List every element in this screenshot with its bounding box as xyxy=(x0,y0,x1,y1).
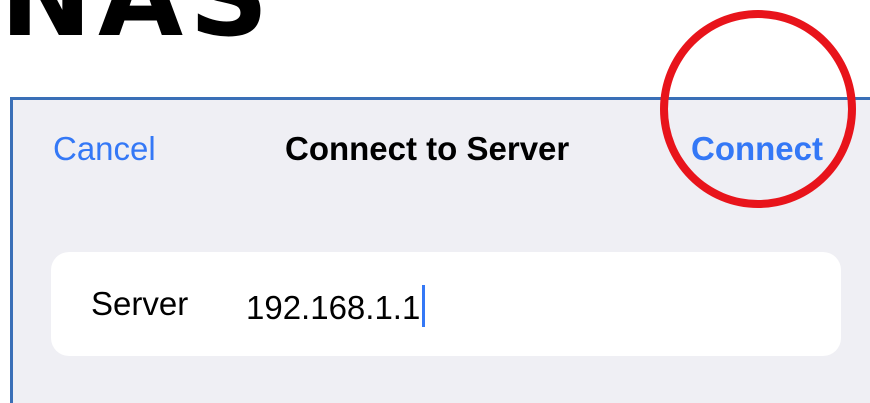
server-input-value: 192.168.1.1 xyxy=(246,289,421,326)
connect-button[interactable]: Connect xyxy=(691,130,823,168)
text-caret xyxy=(422,285,426,327)
server-input[interactable]: 192.168.1.1 xyxy=(246,285,426,327)
screenshot-stage: NAS Cancel Connect to Server Connect Ser… xyxy=(0,0,870,403)
server-field-row[interactable]: Server 192.168.1.1 xyxy=(51,252,841,356)
page-title: Connect to Server xyxy=(285,130,570,167)
cancel-button[interactable]: Cancel xyxy=(53,130,156,168)
nav-bar: Cancel Connect to Server Connect xyxy=(13,100,870,200)
cropped-heading: NAS xyxy=(0,0,274,52)
connect-to-server-sheet: Cancel Connect to Server Connect Server … xyxy=(10,97,870,403)
server-label: Server xyxy=(91,285,189,322)
